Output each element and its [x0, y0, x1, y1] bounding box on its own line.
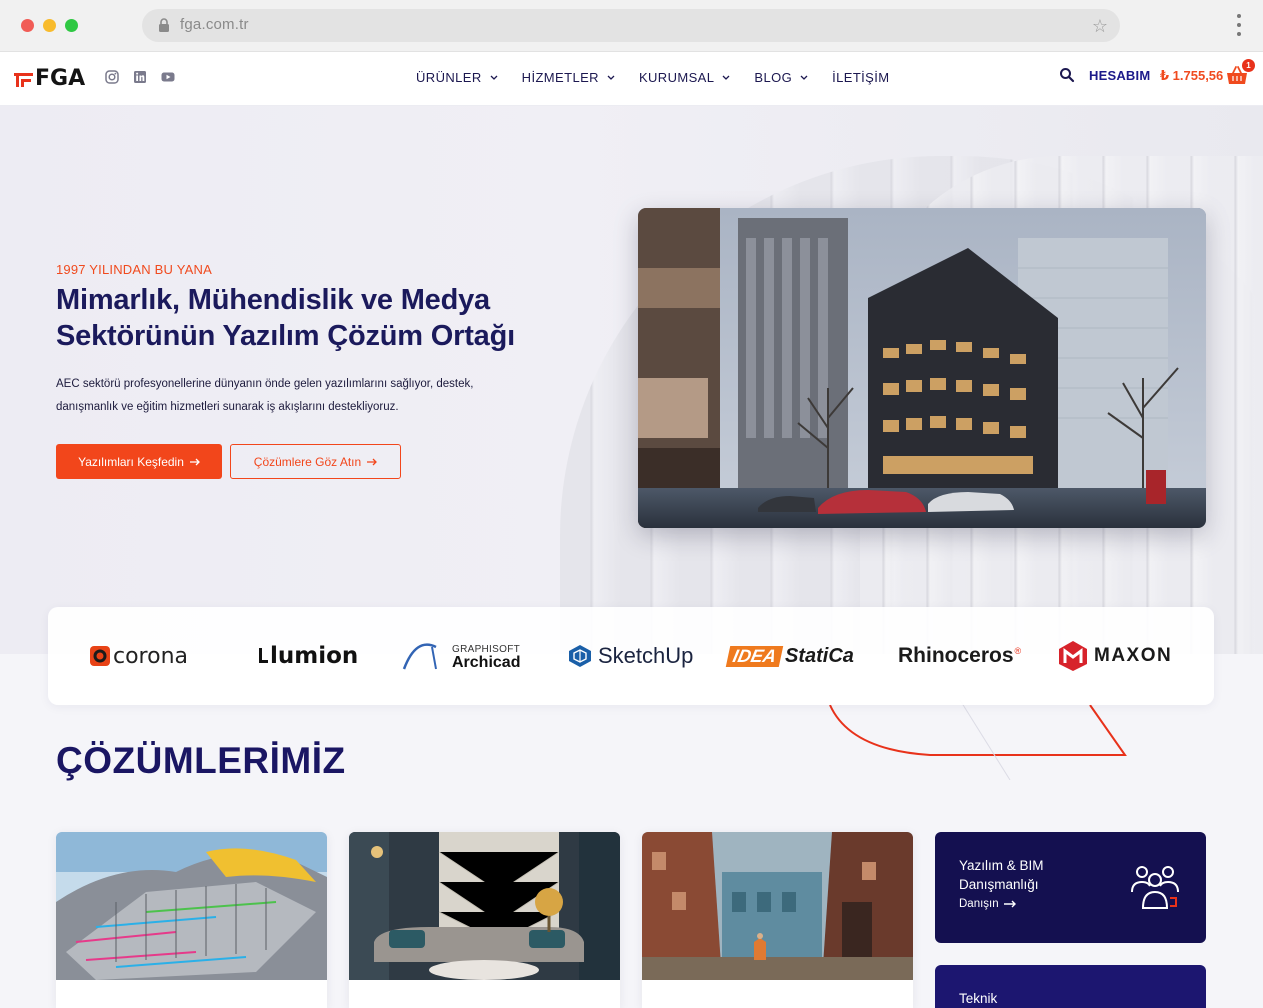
url-text: fga.com.tr — [180, 16, 249, 33]
hero-eyebrow: 1997 YILINDAN BU YANA — [56, 262, 212, 277]
chevron-down-icon — [607, 75, 615, 80]
partner-logo-idea-statica[interactable]: IDEA StatiCa — [725, 607, 854, 705]
nav-label: KURUMSAL — [638, 69, 715, 85]
chevron-down-icon — [490, 75, 498, 80]
fga-logo-mark-icon — [14, 73, 33, 87]
bookmark-star-icon[interactable]: ☆ — [1092, 16, 1108, 37]
partner-logo-rhinoceros[interactable]: Rhinoceros ® — [898, 607, 1021, 705]
nav-item-hizmetler[interactable]: HİZMETLER — [522, 68, 615, 86]
solution-card[interactable] — [642, 832, 913, 1008]
explore-software-button[interactable]: Yazılımları Keşfedin — [56, 444, 222, 479]
gear-settings-icon — [1128, 995, 1182, 1008]
service-link[interactable]: Danışın — [959, 898, 1016, 910]
view-solutions-button[interactable]: Çözümlere Göz Atın — [230, 444, 401, 479]
partner-logo-lumion[interactable]: lumion — [256, 607, 358, 705]
partner-logo-maxon[interactable]: MAXON — [1058, 607, 1172, 705]
nav-label: HİZMETLER — [521, 69, 599, 85]
partner-name: Rhinoceros — [898, 644, 1014, 667]
chevron-down-icon — [800, 75, 808, 80]
partner-logos-strip: corona lumion GRAPHISOFT Archicad Sketch… — [48, 607, 1214, 705]
instagram-icon[interactable] — [104, 69, 120, 85]
hero-section: 1997 YILINDAN BU YANA Mimarlık, Mühendis… — [0, 106, 1263, 654]
logo-text: FGA — [35, 66, 86, 91]
solutions-title: ÇÖZÜMLERİMİZ — [56, 740, 346, 781]
card-footer — [349, 980, 620, 1008]
window-close-button[interactable] — [21, 19, 34, 32]
cart-count-badge: 1 — [1242, 59, 1255, 72]
window-maximize-button[interactable] — [65, 19, 78, 32]
chevron-down-icon — [722, 75, 730, 80]
youtube-icon[interactable] — [160, 69, 176, 85]
nav-item-urunler[interactable]: ÜRÜNLER — [416, 68, 498, 86]
hero-description: AEC sektörü profesyonellerine dünyanın ö… — [56, 378, 474, 413]
address-bar[interactable]: fga.com.tr ☆ — [142, 9, 1120, 42]
nav-item-kurumsal[interactable]: KURUMSAL — [639, 68, 730, 86]
partner-name: SketchUp — [598, 643, 694, 668]
partner-name: MAXON — [1094, 645, 1173, 666]
partner-logo-archicad[interactable]: GRAPHISOFT Archicad — [402, 607, 520, 705]
nav-label: BLOG — [754, 69, 793, 85]
nav-item-iletisim[interactable]: İLETİŞİM — [832, 68, 889, 86]
partner-name: corona — [113, 643, 189, 669]
partner-name: StatiCa — [785, 644, 854, 667]
site-logo[interactable]: FGA — [14, 66, 85, 91]
arrow-right-icon — [1003, 900, 1016, 908]
sketchup-logo-icon — [569, 645, 591, 667]
partner-prefix: IDEA — [725, 645, 784, 667]
site-header: FGA ÜRÜNLER HİZMETLER KURUMSAL BLOG İLET… — [0, 52, 1263, 106]
button-label: Yazılımları Keşfedin — [78, 454, 184, 469]
card-footer — [642, 980, 913, 1008]
hero-title-line: Mimarlık, Mühendislik ve Medya — [56, 284, 490, 316]
solution-card[interactable] — [349, 832, 620, 1008]
team-users-icon — [1131, 866, 1179, 909]
partner-name: lumion — [270, 643, 359, 669]
nav-label: ÜRÜNLER — [416, 69, 482, 85]
corona-logo-icon — [90, 646, 110, 666]
partner-logo-corona[interactable]: corona — [90, 607, 188, 705]
cart-total[interactable]: ₺ 1.755,56 — [1160, 68, 1223, 84]
partner-name: Archicad — [452, 654, 521, 671]
browser-chrome: fga.com.tr ☆ — [0, 0, 1263, 52]
card-footer — [56, 980, 327, 1008]
decorative-red-line — [829, 700, 1127, 780]
service-card-consulting[interactable]: Yazılım & BIM Danışmanlığı Danışın — [935, 832, 1206, 943]
button-label: Çözümlere Göz Atın — [253, 454, 362, 469]
browser-menu-icon[interactable] — [1236, 14, 1242, 38]
linkedin-icon[interactable] — [132, 69, 148, 85]
interior-render-image — [349, 832, 620, 980]
lumion-logo-icon — [259, 648, 268, 663]
arrow-right-icon — [189, 458, 200, 465]
search-icon[interactable] — [1059, 67, 1075, 83]
window-minimize-button[interactable] — [43, 19, 56, 32]
partner-logo-sketchup[interactable]: SketchUp — [568, 607, 693, 705]
hero-building-image — [638, 208, 1206, 528]
solution-card[interactable] — [56, 832, 327, 1008]
service-link-label: Danışın — [959, 898, 999, 910]
bim-model-image — [56, 832, 327, 980]
nav-label: İLETİŞİM — [832, 69, 890, 85]
lock-icon — [159, 18, 169, 32]
arrow-right-icon — [367, 458, 378, 465]
service-card-technical[interactable]: Teknik — [935, 965, 1206, 1008]
game-environment-image — [642, 832, 913, 980]
maxon-logo-icon — [1059, 641, 1087, 671]
account-link[interactable]: HESABIM — [1089, 68, 1150, 83]
main-nav: ÜRÜNLER HİZMETLER KURUMSAL BLOG İLETİŞİM — [416, 68, 914, 86]
registered-mark: ® — [1014, 646, 1022, 656]
archicad-arc-icon — [402, 643, 437, 670]
hero-title-line: Sektörünün Yazılım Çözüm Ortağı — [56, 320, 515, 352]
hero-title: Mimarlık, Mühendislik ve Medya Sektörünü… — [56, 282, 576, 354]
nav-item-blog[interactable]: BLOG — [754, 68, 808, 86]
service-title: Teknik — [959, 991, 998, 1006]
service-title: Yazılım & BIM Danışmanlığı — [959, 858, 1044, 892]
